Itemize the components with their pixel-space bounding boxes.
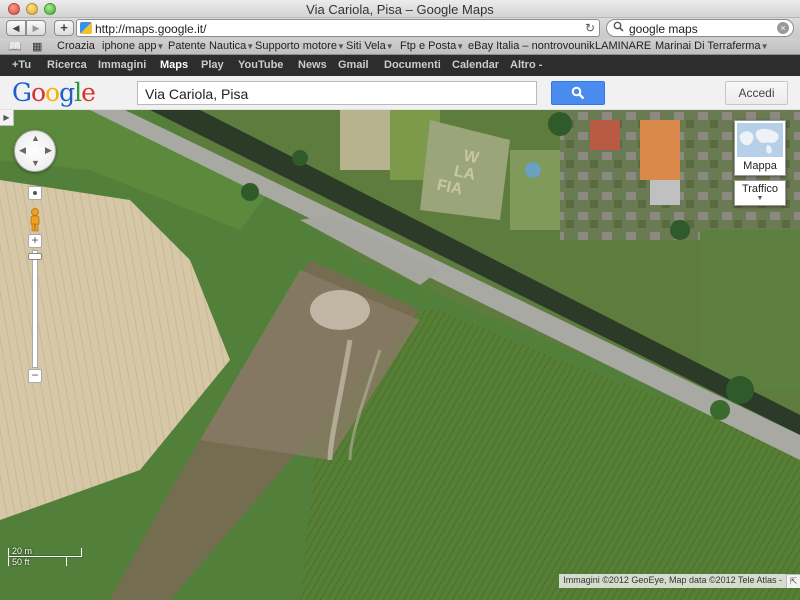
- field-lettering: W LA FIA: [435, 143, 495, 203]
- gbar-item-calendar[interactable]: Calendar: [452, 59, 499, 71]
- gbar-item-documenti[interactable]: Documenti: [384, 59, 441, 71]
- pan-control[interactable]: ▲ ▼ ◀ ▶: [14, 130, 56, 172]
- scale-metric-label: 20 m: [12, 546, 33, 556]
- traffic-layer-button[interactable]: Traffico ▼: [734, 180, 786, 206]
- bookmark-siti-vela[interactable]: Siti Vela▼: [346, 40, 394, 52]
- bookmark-laminare[interactable]: LAMINARE: [595, 40, 651, 52]
- chevron-down-icon: ▼: [760, 42, 769, 51]
- zoom-slider-track[interactable]: [32, 250, 38, 368]
- address-text: http://maps.google.it/: [95, 22, 207, 36]
- clear-search-icon[interactable]: ×: [777, 22, 789, 34]
- satellite-imagery: [0, 110, 800, 600]
- bookmarks-bar: 📖 ▦ Croazia iphone app▼ Patente Nautica▼…: [0, 38, 800, 55]
- maps-search-button[interactable]: [551, 81, 605, 105]
- zoom-in-button[interactable]: +: [28, 234, 42, 248]
- maps-search-header: Google Via Cariola, Pisa Accedi: [0, 76, 800, 110]
- reload-icon[interactable]: ↻: [585, 21, 595, 35]
- zoom-slider-handle[interactable]: [28, 253, 42, 260]
- scale-imperial-label: 50 ft: [12, 557, 30, 567]
- pan-up-icon[interactable]: ▲: [31, 133, 40, 143]
- bookmark-ftp-e-posta[interactable]: Ftp e Posta▼: [400, 40, 464, 52]
- bookmark-patente-nautica[interactable]: Patente Nautica▼: [168, 40, 254, 52]
- bookmark-iphone-app[interactable]: iphone app▼: [102, 40, 164, 52]
- map-type-toggle[interactable]: Mappa: [734, 120, 786, 176]
- gbar-item-maps[interactable]: Maps: [160, 59, 188, 71]
- map-thumbnail-icon: [737, 123, 783, 157]
- browser-search-field[interactable]: google maps ×: [606, 19, 794, 37]
- search-icon: [613, 21, 624, 35]
- bookmark-supporto-motore[interactable]: Supporto motore▼: [255, 40, 345, 52]
- map-type-label: Mappa: [743, 160, 777, 172]
- chevron-down-icon: ▼: [456, 42, 465, 51]
- chevron-down-icon: ▼: [246, 42, 255, 51]
- gbar-item-ricerca[interactable]: Ricerca: [47, 59, 87, 71]
- google-logo[interactable]: Google: [12, 78, 96, 107]
- forward-button[interactable]: ▶: [26, 20, 46, 36]
- reading-list-icon[interactable]: 📖: [8, 40, 22, 53]
- satellite-map[interactable]: W LA FIA ▶ ▲ ▼ ◀ ▶ + − Mappa Traffico ▼ …: [0, 110, 800, 600]
- browser-toolbar: ◀ ▶ + http://maps.google.it/ ↻ google ma…: [0, 18, 800, 38]
- google-maps-favicon-icon: [80, 22, 92, 34]
- signin-button[interactable]: Accedi: [725, 81, 788, 105]
- zoom-out-button[interactable]: −: [28, 369, 42, 383]
- my-location-button[interactable]: [28, 186, 42, 200]
- chevron-down-icon: ▼: [156, 42, 165, 51]
- map-scale-bar: 20 m 50 ft: [8, 546, 82, 567]
- side-panel-toggle[interactable]: ▶: [0, 110, 14, 126]
- back-button[interactable]: ◀: [6, 20, 26, 36]
- gbar-item-immagini[interactable]: Immagini: [98, 59, 146, 71]
- chevron-down-icon: ▼: [385, 42, 394, 51]
- gbar-item-plus-tu[interactable]: +Tu: [12, 59, 31, 71]
- gbar-item-gmail[interactable]: Gmail: [338, 59, 369, 71]
- browser-search-value: google maps: [629, 22, 698, 36]
- gbar-item-news[interactable]: News: [298, 59, 327, 71]
- window-titlebar: Via Cariola, Pisa – Google Maps: [0, 0, 800, 18]
- expand-map-icon[interactable]: ⇱: [786, 574, 800, 588]
- top-sites-icon[interactable]: ▦: [32, 40, 42, 53]
- search-icon: [571, 86, 585, 100]
- map-attribution: Immagini ©2012 GeoEye, Map data ©2012 Te…: [559, 574, 786, 588]
- gbar-item-altro[interactable]: Altro -: [510, 59, 542, 71]
- maps-search-input[interactable]: Via Cariola, Pisa: [137, 81, 537, 105]
- bookmark-marinai-di-terraferma[interactable]: Marinai Di Terraferma▼: [655, 40, 768, 52]
- add-bookmark-button[interactable]: +: [54, 20, 74, 36]
- google-bar: +Tu Ricerca Immagini Maps Play YouTube N…: [0, 55, 800, 76]
- traffic-label: Traffico: [741, 183, 779, 195]
- street-view-pegman-icon[interactable]: [28, 208, 42, 232]
- chevron-down-icon: ▼: [756, 195, 764, 202]
- pan-down-icon[interactable]: ▼: [31, 158, 40, 168]
- address-bar[interactable]: http://maps.google.it/ ↻: [76, 19, 600, 37]
- gbar-item-youtube[interactable]: YouTube: [238, 59, 283, 71]
- pan-left-icon[interactable]: ◀: [19, 145, 26, 156]
- bookmark-croazia[interactable]: Croazia: [57, 40, 95, 52]
- window-title: Via Cariola, Pisa – Google Maps: [306, 2, 494, 17]
- chevron-down-icon: ▼: [336, 42, 345, 51]
- pan-right-icon[interactable]: ▶: [45, 145, 52, 156]
- gbar-item-play[interactable]: Play: [201, 59, 224, 71]
- bookmark-ebay-italia[interactable]: eBay Italia – nontrovounik: [468, 40, 595, 52]
